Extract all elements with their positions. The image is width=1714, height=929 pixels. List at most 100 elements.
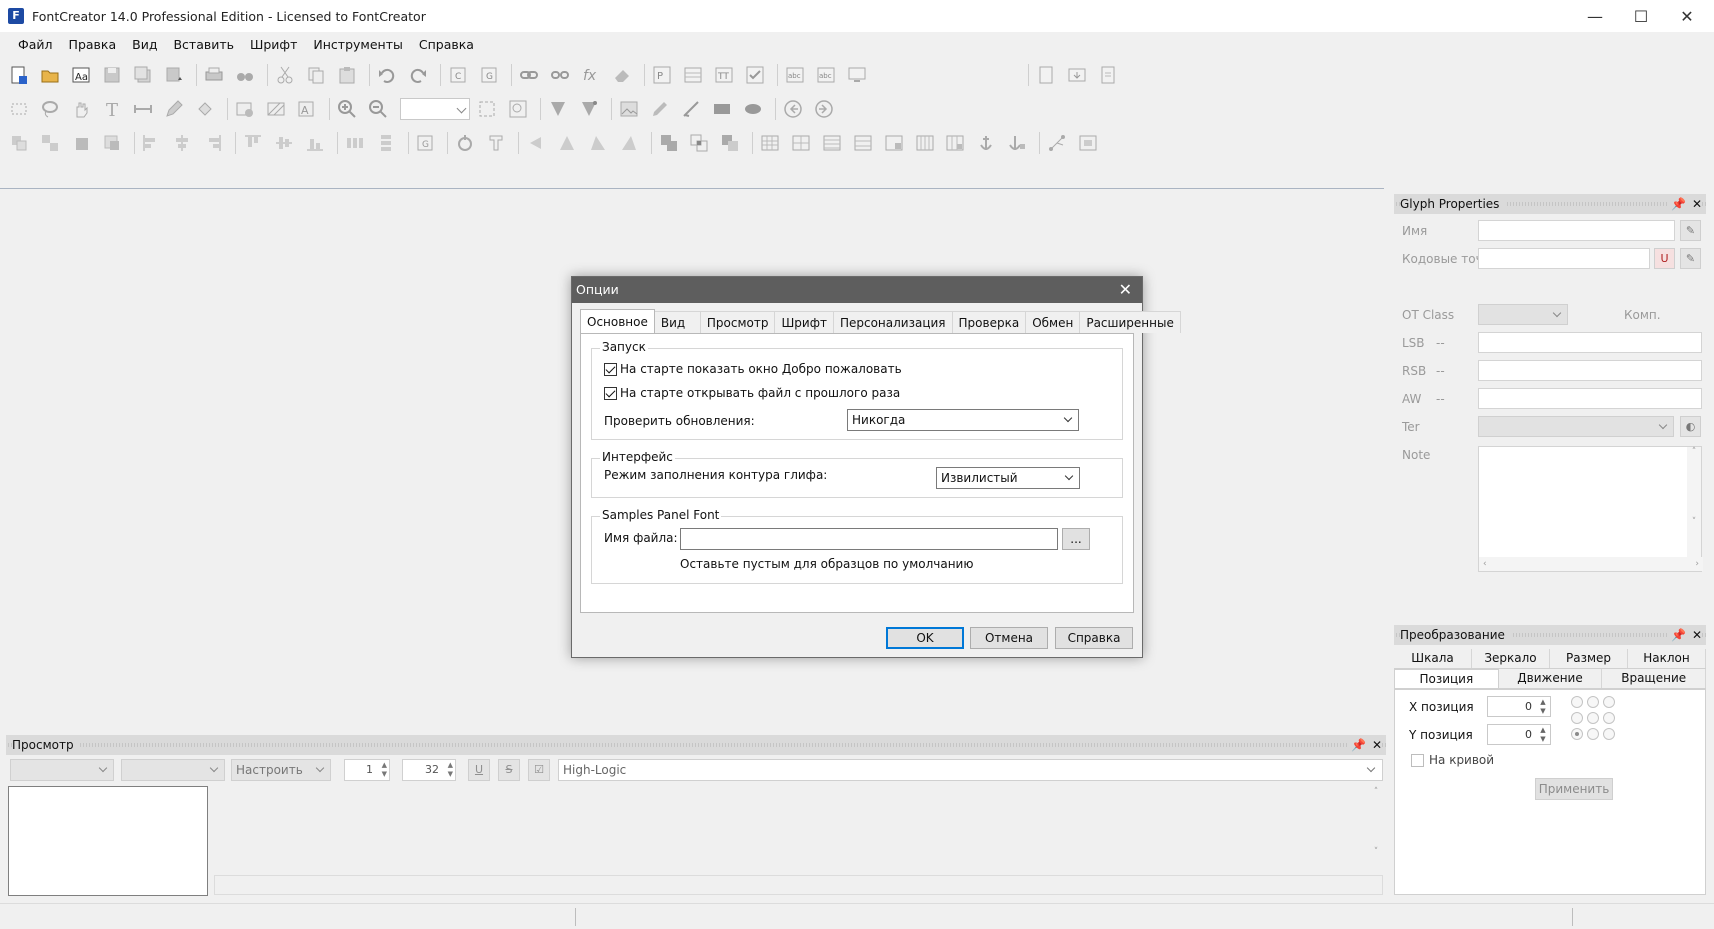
table-editor-button[interactable] xyxy=(680,62,706,88)
pin-icon[interactable]: 📌 xyxy=(1671,196,1686,212)
text-transform-button[interactable]: TT xyxy=(711,62,737,88)
fill-pattern-button[interactable] xyxy=(263,96,289,122)
table-grid-button[interactable] xyxy=(819,130,845,156)
tab-mirror[interactable]: Зеркало xyxy=(1472,649,1550,668)
sample-text-combo[interactable]: High-Logic xyxy=(558,759,1383,781)
spin-up-icon[interactable]: ▲ xyxy=(1538,698,1548,707)
menu-view[interactable]: Вид xyxy=(124,37,165,52)
components-button[interactable] xyxy=(1075,130,1101,156)
filename-input[interactable] xyxy=(680,528,1058,550)
test-font-alt-button[interactable]: abc xyxy=(813,62,839,88)
auto-contour-button[interactable] xyxy=(576,96,602,122)
draw-rectangle-button[interactable] xyxy=(709,96,735,122)
dialog-close-button[interactable]: ✕ xyxy=(1119,277,1132,303)
anchor-top-left-radio[interactable] xyxy=(1571,696,1583,708)
distribute-v-button[interactable] xyxy=(373,130,399,156)
install-font-button[interactable] xyxy=(844,62,870,88)
export-button[interactable] xyxy=(1064,62,1090,88)
grid-button[interactable] xyxy=(757,130,783,156)
align-center-button[interactable] xyxy=(169,130,195,156)
table-columns-button[interactable] xyxy=(912,130,938,156)
align-left-button[interactable] xyxy=(139,130,165,156)
tab-position[interactable]: Позиция xyxy=(1394,669,1499,688)
underline-button[interactable]: U xyxy=(468,759,490,781)
table-columns-lock-button[interactable] xyxy=(943,130,969,156)
preview-font-combo[interactable] xyxy=(10,759,114,781)
pin-icon[interactable]: 📌 xyxy=(1671,627,1686,643)
x-position-input[interactable]: 0 ▲ ▼ xyxy=(1487,696,1551,717)
on-curve-checkbox[interactable] xyxy=(1411,754,1424,767)
edit-codepoints-button[interactable]: ✎ xyxy=(1680,248,1701,269)
link-button[interactable] xyxy=(516,62,542,88)
anchor-middle-center-radio[interactable] xyxy=(1587,712,1599,724)
align-right-button[interactable] xyxy=(200,130,226,156)
open-last-checkbox[interactable] xyxy=(604,387,617,400)
tab-view[interactable]: Вид xyxy=(654,311,701,333)
preview-size-spin[interactable]: 32 ▲ ▼ xyxy=(402,759,456,781)
tab-general[interactable]: Основное xyxy=(580,309,655,333)
align-middle-button[interactable] xyxy=(271,130,297,156)
find-button[interactable] xyxy=(232,62,258,88)
cut-button[interactable] xyxy=(272,62,298,88)
preview-vertical-scrollbar[interactable]: ˄ ˅ xyxy=(1369,787,1383,867)
trace-tool-button[interactable] xyxy=(647,96,673,122)
next-glyph-button[interactable] xyxy=(811,96,837,122)
tab-advanced[interactable]: Расширенные xyxy=(1080,311,1181,333)
group-button[interactable] xyxy=(6,130,32,156)
menu-help[interactable]: Справка xyxy=(411,37,482,52)
anchor-top-right-radio[interactable] xyxy=(1603,696,1615,708)
tab-rotate[interactable]: Вращение xyxy=(1602,669,1707,688)
fill-mode-combo[interactable]: Извилистый xyxy=(936,467,1080,489)
tab-exchange[interactable]: Обмен xyxy=(1026,311,1081,333)
preview-line-spin[interactable]: 1 ▲ ▼ xyxy=(344,759,390,781)
grid-arrange-button[interactable] xyxy=(788,130,814,156)
menu-tools[interactable]: Инструменты xyxy=(305,37,410,52)
save-as-button[interactable] xyxy=(161,62,187,88)
rectangle-select-tool[interactable] xyxy=(6,96,32,122)
print-button[interactable] xyxy=(201,62,227,88)
glyph-frame-button[interactable]: G xyxy=(413,130,439,156)
lasso-tool[interactable] xyxy=(37,96,63,122)
pin-icon[interactable]: 📌 xyxy=(1351,737,1366,753)
minimize-button[interactable]: — xyxy=(1572,0,1618,32)
save-button[interactable] xyxy=(99,62,125,88)
new-project-button[interactable] xyxy=(1033,62,1059,88)
validate-button[interactable] xyxy=(742,62,768,88)
unicode-button[interactable]: U xyxy=(1654,248,1675,269)
bring-front-button[interactable] xyxy=(68,130,94,156)
import-image-button[interactable] xyxy=(616,96,642,122)
tab-validation[interactable]: Проверка xyxy=(952,311,1027,333)
otclass-combo[interactable] xyxy=(1478,304,1568,325)
anchor-bottom-right-radio[interactable] xyxy=(1603,728,1615,740)
report-button[interactable] xyxy=(1095,62,1121,88)
tab-scale[interactable]: Шкала xyxy=(1394,649,1472,668)
note-horizontal-scrollbar[interactable]: ‹ › xyxy=(1479,557,1703,571)
background-image-button[interactable] xyxy=(232,96,258,122)
redo-button[interactable] xyxy=(405,62,431,88)
spin-down-icon[interactable]: ▼ xyxy=(1538,735,1548,744)
spin-up-icon[interactable]: ▲ xyxy=(382,761,387,770)
insert-char-button[interactable]: C xyxy=(445,62,471,88)
open-installed-font-button[interactable]: Aa xyxy=(68,62,94,88)
table-rows-button[interactable] xyxy=(850,130,876,156)
skew-up-button[interactable] xyxy=(554,130,580,156)
preview-customize-combo[interactable]: Настроить xyxy=(231,759,331,781)
menu-font[interactable]: Шрифт xyxy=(242,37,305,52)
aw-input[interactable] xyxy=(1478,388,1702,409)
tab-move[interactable]: Движение xyxy=(1499,669,1603,688)
zoom-level-combo[interactable] xyxy=(400,98,470,120)
open-button[interactable] xyxy=(37,62,63,88)
spin-up-icon[interactable]: ▲ xyxy=(448,761,453,770)
subtract-button[interactable] xyxy=(717,130,743,156)
pencil-tool[interactable] xyxy=(161,96,187,122)
font-properties-button[interactable]: P xyxy=(649,62,675,88)
kerning-toggle-button[interactable]: ☑ xyxy=(528,759,550,781)
lsb-input[interactable] xyxy=(1478,332,1702,353)
help-button[interactable]: Справка xyxy=(1055,627,1133,649)
note-textarea[interactable]: ˄ ˅ ‹ › xyxy=(1478,446,1703,572)
text-style-button[interactable]: A xyxy=(294,96,320,122)
apply-button[interactable]: Применить xyxy=(1535,778,1613,800)
note-vertical-scrollbar[interactable]: ˄ ˅ xyxy=(1687,447,1701,557)
tag-combo[interactable] xyxy=(1478,416,1674,437)
spin-down-icon[interactable]: ▼ xyxy=(382,770,387,779)
